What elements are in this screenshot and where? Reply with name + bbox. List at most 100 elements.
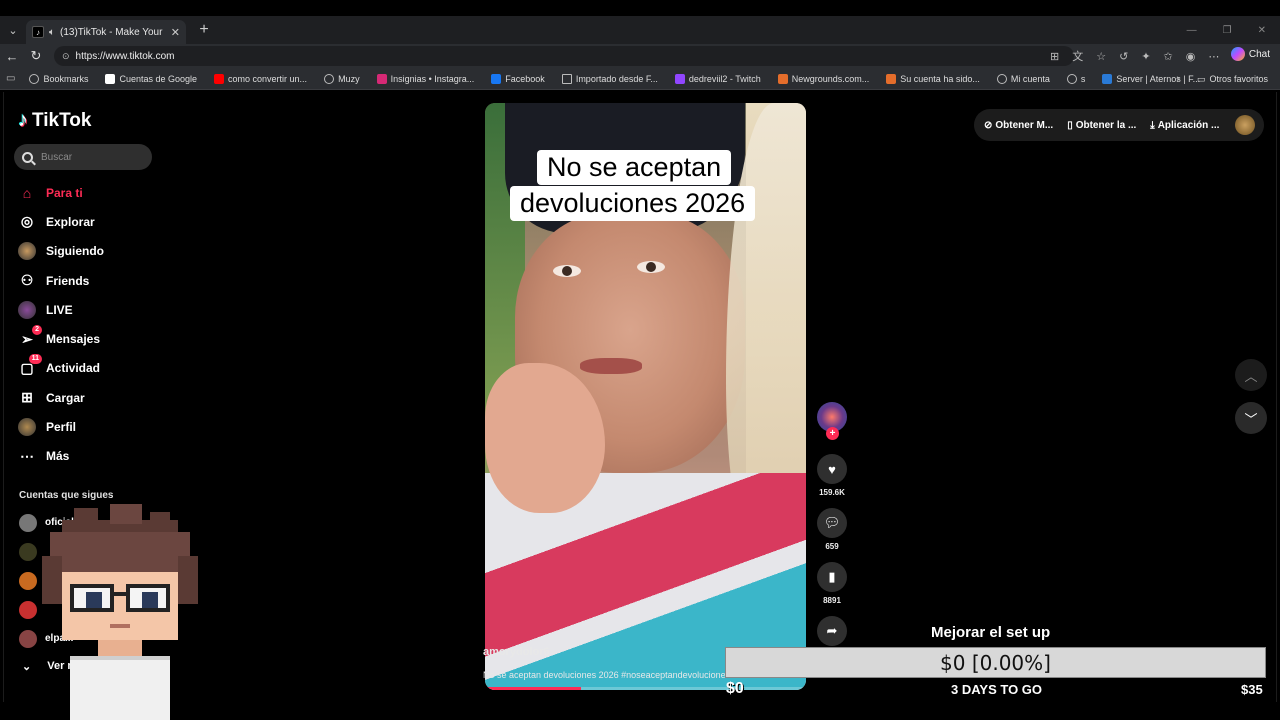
following-avatar <box>19 629 37 648</box>
restore-icon[interactable]: ❐ <box>1223 25 1232 36</box>
comment-button[interactable]: 💬︎ <box>817 508 847 538</box>
site-info-icon[interactable]: ⊙ <box>62 51 70 62</box>
video-progress-bar[interactable] <box>485 687 806 690</box>
favorite-star-icon[interactable]: ☆ <box>1096 50 1106 63</box>
chevron-up-icon: ︿ <box>1244 368 1258 384</box>
search-input[interactable]: Buscar <box>14 144 152 170</box>
bookmark-item[interactable]: Importado desde F... <box>561 73 658 84</box>
url-text: https://www.tiktok.com <box>75 50 175 62</box>
sidebar-item-label: Explorar <box>46 214 95 229</box>
sidebar-item-1[interactable]: ◎ Explorar <box>18 207 104 236</box>
video-caption: No se aceptan devoluciones 2026 <box>510 150 782 228</box>
back-arrow-icon[interactable]: ← <box>0 49 24 64</box>
plus-square-icon: ⊞ <box>21 389 33 406</box>
bookmark-item[interactable]: Cuentas de Google <box>105 73 198 84</box>
like-button[interactable]: ♥ <box>817 454 847 484</box>
extensions-icon[interactable]: ✦ <box>1141 50 1150 63</box>
tiktok-favicon-icon: ♪ <box>32 26 44 38</box>
refresh-extension-icon[interactable]: ↺ <box>1119 50 1128 63</box>
tiktok-logo[interactable]: ♪ TikTok <box>18 109 91 132</box>
bookmark-label: Server | Aternos | F... <box>1116 73 1201 84</box>
following-avatar <box>19 571 37 590</box>
copilot-chat-button[interactable]: Chat <box>1230 47 1270 61</box>
sidebar-item-3[interactable]: ⚇ Friends <box>18 266 104 295</box>
top-right-bar: ⊘ Obtener M... ▯ Obtener la ... ⤓ Aplica… <box>974 109 1264 141</box>
reload-icon[interactable]: ↻ <box>24 48 48 64</box>
sidebar-item-4[interactable]: LIVE <box>18 295 104 324</box>
app-available-icon[interactable]: ⊞ <box>1050 50 1059 63</box>
bookmark-label: s <box>1080 73 1086 84</box>
bookmark-item[interactable]: Mi cuenta <box>996 73 1050 84</box>
video-player[interactable]: No se aceptan devoluciones 2026 <box>485 103 806 690</box>
notification-badge: 2 <box>32 325 42 336</box>
previous-video-button[interactable]: ︿ <box>1235 359 1267 391</box>
get-app-button[interactable]: ▯ Obtener la ... <box>1067 120 1136 131</box>
search-placeholder: Buscar <box>41 151 73 163</box>
sidebar-item-label: Perfil <box>46 420 77 435</box>
bookmark-label: Bookmarks <box>43 73 89 84</box>
other-favorites-label: Otros favoritos <box>1209 74 1268 84</box>
bookmark-label: Su cuenta ha sido... <box>900 73 980 84</box>
more-menu-icon[interactable]: ⋯ <box>1208 50 1219 63</box>
bookmark-item[interactable]: s <box>1066 73 1086 84</box>
sidebar-item-label: Actividad <box>46 361 101 376</box>
bookmark-item[interactable]: Muzy <box>324 73 360 84</box>
message-icon: ▢ 11 <box>18 354 42 377</box>
browser-tab-tiktok[interactable]: ♪ 🔈︎ (13)TikTok - Make Your Day ✕ <box>26 20 186 44</box>
live-avatar-icon <box>18 300 36 319</box>
bookmark-item[interactable]: Facebook <box>491 73 545 84</box>
sidebar-item-2[interactable]: Siguiendo <box>18 237 104 266</box>
users-icon: ⚇ <box>20 272 34 289</box>
bookmark-label: Facebook <box>505 73 545 84</box>
video-username[interactable]: amorydolor6 <box>483 646 550 658</box>
bookmark-label: Cuentas de Google <box>119 73 198 84</box>
other-favorites[interactable]: ▭ Otros favoritos <box>1197 68 1268 90</box>
window-controls: — ❐ ✕ <box>1187 16 1266 44</box>
sidebar-item-9[interactable]: ⋯ Más <box>18 442 104 471</box>
youtube-icon <box>214 73 225 84</box>
bookmark-label: Newgrounds.com... <box>791 73 870 84</box>
bookmarks-bar: ▭ Bookmarks Cuentas de Google como convert… <box>0 68 1280 90</box>
window-close-icon[interactable]: ✕ <box>1258 25 1266 36</box>
bookmark-item[interactable]: Newgrounds.com... <box>777 73 870 84</box>
following-avatar <box>19 513 37 532</box>
sidebar-item-0[interactable]: ⌂ Para ti <box>18 178 104 207</box>
profile-avatar-icon <box>18 418 36 437</box>
caption-line-1: No se aceptan <box>537 150 732 185</box>
bookmarks-overflow-chevron-icon[interactable]: › <box>1176 68 1180 90</box>
user-avatar[interactable] <box>1235 115 1256 135</box>
bookmark-item[interactable]: como convertir un... <box>214 73 308 84</box>
bookmark-item[interactable]: Insignias • Instagra... <box>376 73 474 84</box>
sidebar-item-5[interactable]: ➢ 2 Mensajes <box>18 324 104 353</box>
profile-icon[interactable]: ◉ <box>1186 50 1196 63</box>
sidebar-item-6[interactable]: ▢ 11 Actividad <box>18 354 104 383</box>
bookmark-item[interactable]: dedreviil2 - Twitch <box>674 73 761 84</box>
translate-icon[interactable]: 文 <box>1072 48 1083 64</box>
bookmark-label: como convertir un... <box>228 73 308 84</box>
speaker-icon[interactable]: 🔈︎ <box>49 27 55 38</box>
notification-badge: 11 <box>28 354 42 365</box>
next-video-button[interactable]: ﹀ <box>1235 402 1267 434</box>
minimize-icon[interactable]: — <box>1187 25 1197 36</box>
favorites-icon[interactable]: ✩ <box>1164 50 1173 63</box>
bookmark-item[interactable]: Server | Aternos | F... <box>1102 73 1201 84</box>
save-button[interactable]: ▮ <box>817 562 847 592</box>
share-button[interactable]: ➦ <box>817 616 847 646</box>
creator-avatar[interactable]: + <box>817 402 847 440</box>
url-field[interactable]: ⊙ https://www.tiktok.com <box>54 46 1074 66</box>
tab-close-icon[interactable]: ✕ <box>171 26 180 39</box>
nav-avatar <box>18 418 36 437</box>
sidebar-item-label: Cargar <box>46 390 85 405</box>
tablet-icon[interactable]: ▭ <box>6 73 15 84</box>
bookmark-item[interactable]: Su cuenta ha sido... <box>886 73 980 84</box>
sidebar-item-8[interactable]: Perfil <box>18 412 104 441</box>
tab-list-chevron-icon[interactable]: ⌄ <box>0 16 26 44</box>
video-description: No se aceptan devoluciones 2026 #noseace… <box>483 670 728 680</box>
desktop-app-button[interactable]: ⤓ Aplicación ... <box>1150 120 1219 131</box>
new-tab-plus-icon[interactable]: + <box>192 18 216 42</box>
get-coins-button[interactable]: ⊘ Obtener M... <box>984 120 1053 131</box>
bookmark-item[interactable]: Bookmarks <box>29 73 89 84</box>
follow-plus-icon[interactable]: + <box>826 427 839 440</box>
bookmark-label: Mi cuenta <box>1010 73 1050 84</box>
sidebar-item-7[interactable]: ⊞ Cargar <box>18 383 104 412</box>
